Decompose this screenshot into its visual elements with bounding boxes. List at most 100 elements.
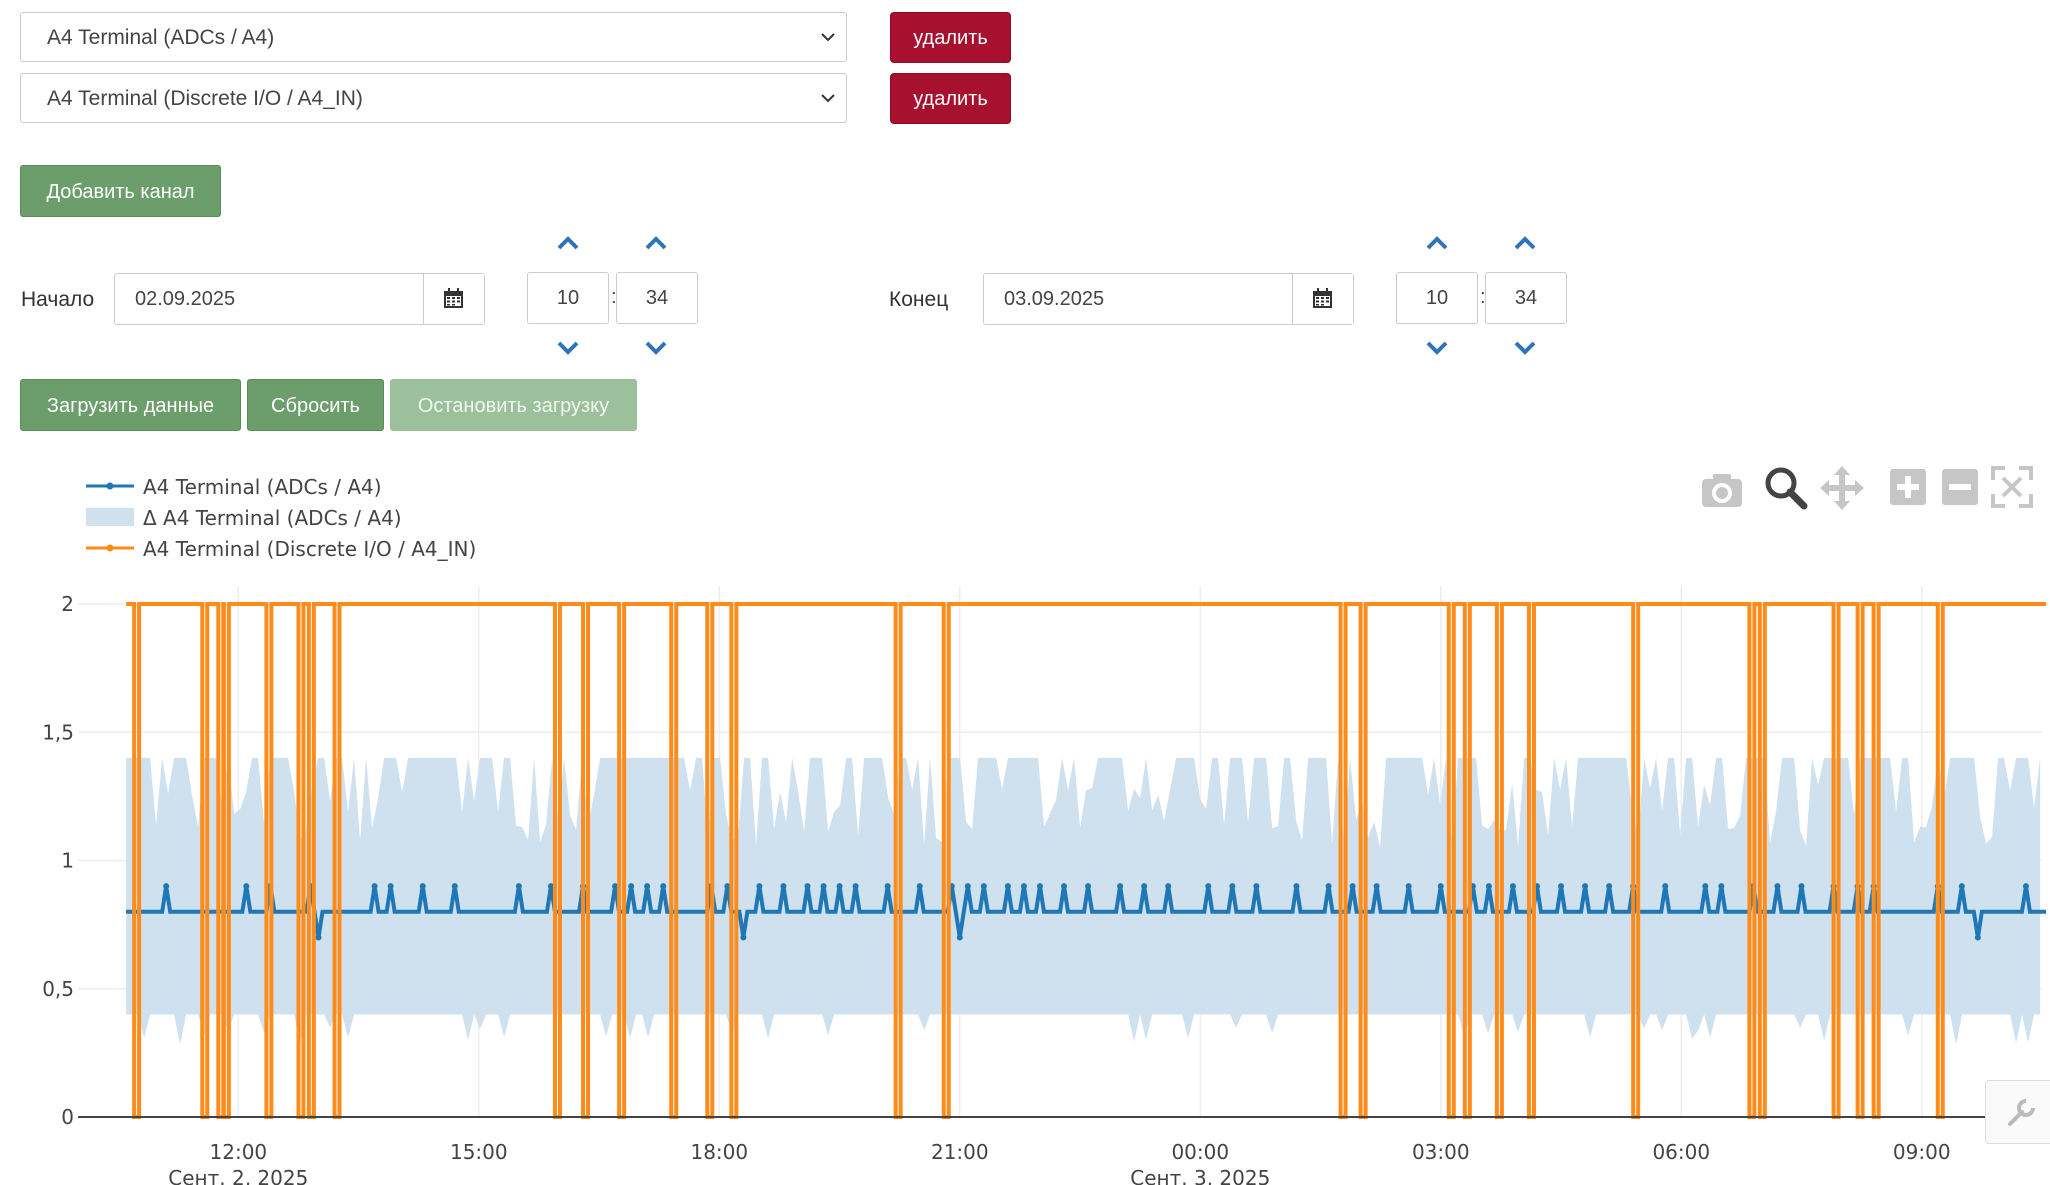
adc-point	[644, 883, 651, 890]
add-channel-button[interactable]: Добавить канал	[20, 165, 221, 217]
legend-adc: A4 Terminal (ADCs / A4)	[143, 475, 382, 499]
end-minute-input[interactable]: 34	[1485, 272, 1567, 324]
channel-select-2-value: A4 Terminal (Discrete I/O / A4_IN)	[47, 87, 363, 110]
chevron-down-icon	[821, 33, 835, 42]
adc-point	[724, 883, 731, 890]
adc-point	[1205, 883, 1212, 890]
adc-point	[267, 883, 274, 890]
end-minute-down-icon[interactable]	[1513, 340, 1537, 356]
start-hour-up-icon[interactable]	[556, 235, 580, 251]
adc-point	[547, 883, 554, 890]
autoscale-icon[interactable]	[1991, 466, 2033, 508]
zoom-in-icon[interactable]	[1889, 468, 1927, 506]
end-label: Конец	[889, 288, 949, 311]
adc-point	[708, 883, 715, 890]
start-hour-input[interactable]: 10	[527, 272, 609, 324]
pan-icon[interactable]	[1820, 466, 1864, 510]
adc-point	[1509, 883, 1516, 890]
x-tick-label: 09:00	[1893, 1140, 1951, 1164]
delta-band	[126, 757, 2041, 1045]
load-data-button[interactable]: Загрузить данные	[20, 379, 241, 431]
adc-point	[1373, 883, 1380, 890]
adc-point	[1293, 883, 1300, 890]
delete-channel-1-button[interactable]: удалить	[890, 12, 1011, 63]
start-minute-up-icon[interactable]	[644, 235, 668, 251]
adc-point	[780, 883, 787, 890]
channel-select-2[interactable]: A4 Terminal (Discrete I/O / A4_IN)	[20, 73, 847, 123]
x-tick-label: 12:00	[210, 1140, 268, 1164]
adc-point	[307, 883, 314, 890]
stop-loading-button[interactable]: Остановить загрузку	[390, 379, 637, 431]
adc-point	[451, 883, 458, 890]
adc-point	[740, 934, 747, 941]
adc-point	[980, 883, 987, 890]
adc-point	[956, 934, 963, 941]
start-date-value: 02.09.2025	[135, 288, 236, 310]
adc-point	[1117, 883, 1124, 890]
wrench-icon	[2008, 1099, 2035, 1126]
x-tick-label: 06:00	[1652, 1140, 1710, 1164]
calendar-icon	[444, 288, 463, 308]
start-minute-down-icon[interactable]	[644, 340, 668, 356]
adc-point	[419, 883, 426, 890]
x-tick-date-label: Сент. 2, 2025	[168, 1166, 308, 1185]
adc-point	[1437, 883, 1444, 890]
adc-point	[836, 883, 843, 890]
adc-point	[884, 883, 891, 890]
adc-point	[964, 883, 971, 890]
legend-delta: Δ A4 Terminal (ADCs / A4)	[143, 506, 402, 530]
adc-point	[1165, 883, 1172, 890]
adc-point	[371, 883, 378, 890]
x-tick-label: 18:00	[690, 1140, 748, 1164]
end-calendar-button[interactable]	[1292, 274, 1353, 324]
x-tick-date-label: Сент. 3, 2025	[1130, 1166, 1270, 1185]
chart-settings-button[interactable]	[1985, 1080, 2050, 1144]
delete-channel-2-button[interactable]: удалить	[890, 73, 1011, 124]
end-hour-up-icon[interactable]	[1425, 235, 1449, 251]
end-hour-input[interactable]: 10	[1396, 272, 1478, 324]
zoom-icon[interactable]	[1764, 466, 1808, 510]
time-series-chart[interactable]: 0 0,5 1 1,5 2 12:00 15:00 18:00 21:00 00:00 03:00 0…	[0, 0, 2050, 1185]
adc-point	[948, 883, 955, 890]
chevron-down-icon	[821, 94, 835, 103]
start-date-input[interactable]: 02.09.2025	[114, 273, 485, 325]
end-minute-up-icon[interactable]	[1513, 235, 1537, 251]
x-tick-label: 03:00	[1412, 1140, 1470, 1164]
camera-icon[interactable]	[1700, 470, 1744, 510]
adc-point	[243, 883, 250, 890]
adc-point	[1630, 883, 1637, 890]
adc-point	[1830, 883, 1837, 890]
adc-point	[1085, 883, 1092, 890]
zoom-out-icon[interactable]	[1941, 468, 1979, 506]
chart-legend[interactable]: A4 Terminal (ADCs / A4) Δ A4 Terminal (A…	[86, 475, 476, 561]
y-tick-label: 2	[61, 592, 74, 616]
adc-point	[1718, 883, 1725, 890]
reset-button[interactable]: Сбросить	[247, 379, 384, 431]
y-tick-label: 0	[61, 1105, 74, 1129]
y-tick-label: 1,5	[42, 720, 74, 744]
channel-select-1[interactable]: A4 Terminal (ADCs / A4)	[20, 12, 847, 62]
adc-point	[1485, 883, 1492, 890]
end-date-input[interactable]: 03.09.2025	[983, 273, 1354, 325]
start-calendar-button[interactable]	[423, 274, 484, 324]
adc-point	[315, 934, 322, 941]
adc-point	[1662, 883, 1669, 890]
legend-discrete: A4 Terminal (Discrete I/O / A4_IN)	[143, 537, 476, 561]
adc-point	[804, 883, 811, 890]
adc-point	[1004, 883, 1011, 890]
adc-point	[852, 883, 859, 890]
adc-point	[916, 883, 923, 890]
channel-select-1-value: A4 Terminal (ADCs / A4)	[47, 26, 275, 49]
adc-point	[1036, 883, 1043, 890]
adc-point	[1854, 883, 1861, 890]
adc-point	[1020, 883, 1027, 890]
start-hour-down-icon[interactable]	[556, 340, 580, 356]
start-label: Начало	[21, 288, 95, 311]
adc-point	[1349, 883, 1356, 890]
adc-point	[612, 883, 619, 890]
adc-point	[1061, 883, 1068, 890]
start-minute-input[interactable]: 34	[616, 272, 698, 324]
adc-point	[756, 883, 763, 890]
end-hour-down-icon[interactable]	[1425, 340, 1449, 356]
adc-point	[820, 883, 827, 890]
